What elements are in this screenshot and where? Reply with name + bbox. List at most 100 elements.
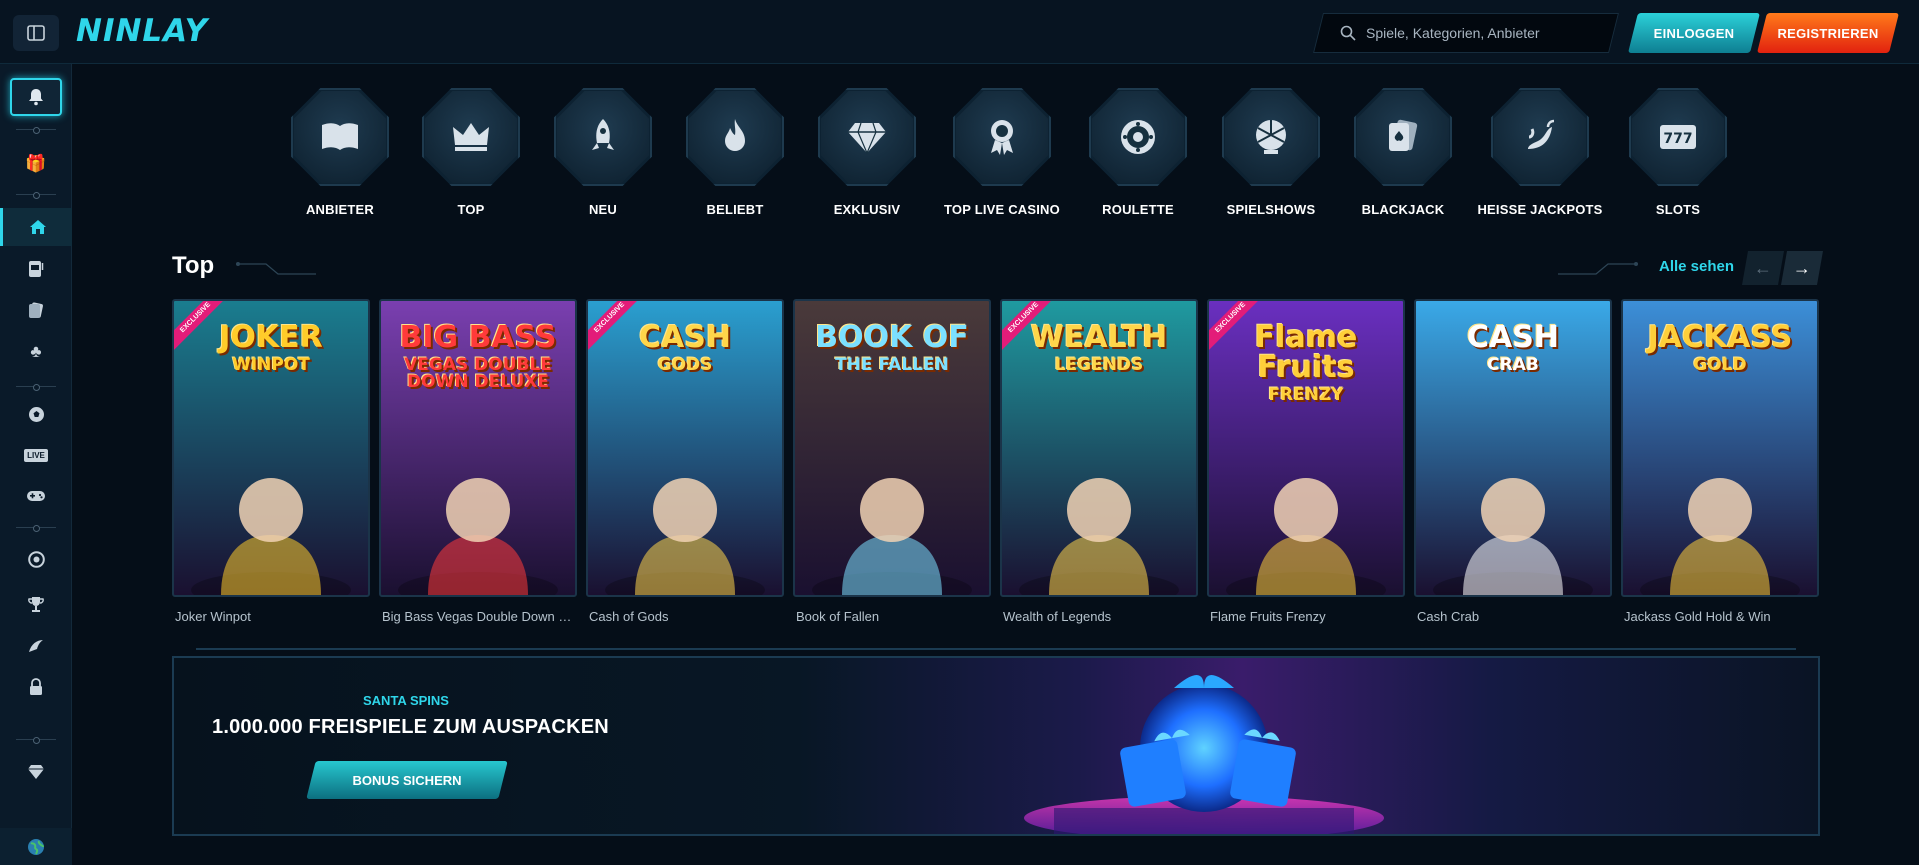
game-title[interactable]: Jackass Gold Hold & Win xyxy=(1621,609,1819,624)
game-card[interactable]: EXCLUSIVE Flame Fruits FRENZY Flame Fruits … xyxy=(1207,299,1405,624)
game-title[interactable]: Cash of Gods xyxy=(586,609,784,624)
sidebar-item-slots[interactable] xyxy=(10,250,62,288)
category-label: TOP LIVE CASINO xyxy=(944,202,1060,217)
category-label: ANBIETER xyxy=(305,202,375,217)
sidebar-item-vip[interactable] xyxy=(10,753,62,791)
category-tile[interactable]: 777 xyxy=(1629,88,1727,186)
category-spielshows[interactable]: SPIELSHOWS xyxy=(1196,88,1346,217)
sidebar-item-vault[interactable] xyxy=(10,668,62,706)
award-icon xyxy=(991,120,1013,155)
sidebar-item-games[interactable] xyxy=(10,477,62,515)
category-tile[interactable] xyxy=(554,88,652,186)
game-thumbnail[interactable]: EXCLUSIVE JOKER WINPOT xyxy=(172,299,370,597)
sidebar-toggle-button[interactable] xyxy=(13,15,59,51)
see-all-link[interactable]: Alle sehen xyxy=(1659,258,1734,275)
category-label: ROULETTE xyxy=(1102,202,1174,217)
game-card[interactable]: JACKASS GOLD Jackass Gold Hold & Win xyxy=(1621,299,1819,624)
category-label: BELIEBT xyxy=(706,202,764,217)
category-anbieter[interactable]: ANBIETER xyxy=(265,88,415,217)
category-tile-inner: 777 xyxy=(1632,91,1724,183)
game-thumbnail[interactable]: BIG BASS VEGAS DOUBLE DOWN DELUXE xyxy=(379,299,577,597)
login-button-label[interactable]: EINLOGGEN xyxy=(1633,13,1755,53)
register-button-label[interactable]: REGISTRIEREN xyxy=(1762,13,1894,53)
category-tile[interactable] xyxy=(1222,88,1320,186)
category-top[interactable]: TOP xyxy=(396,88,546,217)
sidebar-item-home[interactable] xyxy=(0,208,72,246)
section-title: Top xyxy=(172,252,215,279)
category-beliebt[interactable]: BELIEBT xyxy=(660,88,810,217)
chili-icon xyxy=(1528,119,1555,149)
category-exklusiv[interactable]: EXKLUSIV xyxy=(792,88,942,217)
search-input[interactable] xyxy=(1366,25,1606,41)
category-slots[interactable]: 777 SLOTS xyxy=(1603,88,1753,217)
category-label: TOP xyxy=(457,202,485,217)
sidebar-item-notifications[interactable] xyxy=(10,78,62,116)
game-thumbnail[interactable]: EXCLUSIVE WEALTH LEGENDS xyxy=(1000,299,1198,597)
game-title[interactable]: Flame Fruits Frenzy xyxy=(1207,609,1405,624)
sidebar-item-promotions[interactable]: 🎁 xyxy=(10,144,62,182)
game-title[interactable]: Wealth of Legends xyxy=(1000,609,1198,624)
game-card[interactable]: EXCLUSIVE JOKER WINPOT Joker Winpot xyxy=(172,299,370,624)
category-tile[interactable] xyxy=(686,88,784,186)
sidebar-divider xyxy=(16,384,56,391)
category-tile[interactable] xyxy=(422,88,520,186)
sidebar-item-lucky[interactable]: ♣ xyxy=(10,332,62,370)
category-tile[interactable] xyxy=(1491,88,1589,186)
carousel-next-button[interactable]: → xyxy=(1781,251,1823,285)
carousel-prev-button[interactable]: ← xyxy=(1742,251,1784,285)
promo-banner[interactable] xyxy=(172,656,1820,836)
game-thumbnail[interactable]: CASH CRAB xyxy=(1414,299,1612,597)
search-field-wrapper xyxy=(1340,13,1606,53)
sidebar-item-casino-chip[interactable] xyxy=(10,540,62,578)
game-logo: JOKER WINPOT xyxy=(213,323,329,374)
game-card[interactable]: CASH CRAB Cash Crab xyxy=(1414,299,1612,624)
game-title[interactable]: Big Bass Vegas Double Down Del... xyxy=(379,609,577,624)
sidebar-item-live[interactable]: LIVE xyxy=(10,436,62,474)
category-label: BLACKJACK xyxy=(1361,202,1445,217)
category-tile[interactable] xyxy=(818,88,916,186)
category-tile[interactable] xyxy=(291,88,389,186)
sidebar-item-table-games[interactable] xyxy=(10,291,62,329)
game-logo-line2: WINPOT xyxy=(232,355,310,375)
game-card[interactable]: BIG BASS VEGAS DOUBLE DOWN DELUXE Big Bass… xyxy=(379,299,577,624)
category-roulette[interactable]: ROULETTE xyxy=(1063,88,1213,217)
category-tile-inner xyxy=(956,91,1048,183)
game-thumbnail[interactable]: EXCLUSIVE CASH GODS xyxy=(586,299,784,597)
category-neu[interactable]: NEU xyxy=(528,88,678,217)
language-selector[interactable] xyxy=(0,828,72,865)
game-title[interactable]: Joker Winpot xyxy=(172,609,370,624)
game-title[interactable]: Cash Crab xyxy=(1414,609,1612,624)
sidebar-item-tournaments[interactable] xyxy=(10,585,62,623)
sidebar-item-sports[interactable] xyxy=(10,395,62,433)
book-icon xyxy=(322,123,358,150)
category-label: NEU xyxy=(588,202,618,217)
sidebar-item-crash-games[interactable] xyxy=(10,627,62,665)
category-tile[interactable] xyxy=(953,88,1051,186)
game-logo-line2: VEGAS DOUBLE DOWN DELUXE xyxy=(404,355,552,392)
diamond-icon xyxy=(28,765,44,779)
game-thumbnail[interactable]: EXCLUSIVE Flame Fruits FRENZY xyxy=(1207,299,1405,597)
site-logo[interactable]: NINLAY xyxy=(76,13,208,49)
category-tile[interactable] xyxy=(1089,88,1187,186)
title-decoration-right xyxy=(1558,262,1638,275)
game-thumbnail[interactable]: BOOK OF THE FALLEN xyxy=(793,299,991,597)
category-label: SLOTS xyxy=(1655,202,1701,217)
bonus-claim-button-label[interactable]: BONUS SICHERN xyxy=(311,761,503,799)
category-heisse-jackpots[interactable]: HEISSE JACKPOTS xyxy=(1465,88,1615,217)
crash-icon xyxy=(29,640,43,652)
game-logo-line1: CASH xyxy=(639,320,731,355)
wheel-icon xyxy=(1256,120,1286,154)
live-icon: LIVE xyxy=(24,448,48,462)
roulette-icon xyxy=(1121,120,1155,154)
category-top-live-casino[interactable]: TOP LIVE CASINO xyxy=(927,88,1077,217)
game-title[interactable]: Book of Fallen xyxy=(793,609,991,624)
game-card[interactable]: BOOK OF THE FALLEN Book of Fallen xyxy=(793,299,991,624)
category-blackjack[interactable]: BLACKJACK xyxy=(1328,88,1478,217)
game-card[interactable]: EXCLUSIVE WEALTH LEGENDS Wealth of Legends xyxy=(1000,299,1198,624)
banner-edge-decoration xyxy=(196,648,1796,656)
game-card[interactable]: EXCLUSIVE CASH GODS Cash of Gods xyxy=(586,299,784,624)
category-tile[interactable] xyxy=(1354,88,1452,186)
game-character-art xyxy=(605,478,765,595)
game-thumbnail[interactable]: JACKASS GOLD xyxy=(1621,299,1819,597)
game-logo-line1: Flame Fruits xyxy=(1254,320,1358,385)
